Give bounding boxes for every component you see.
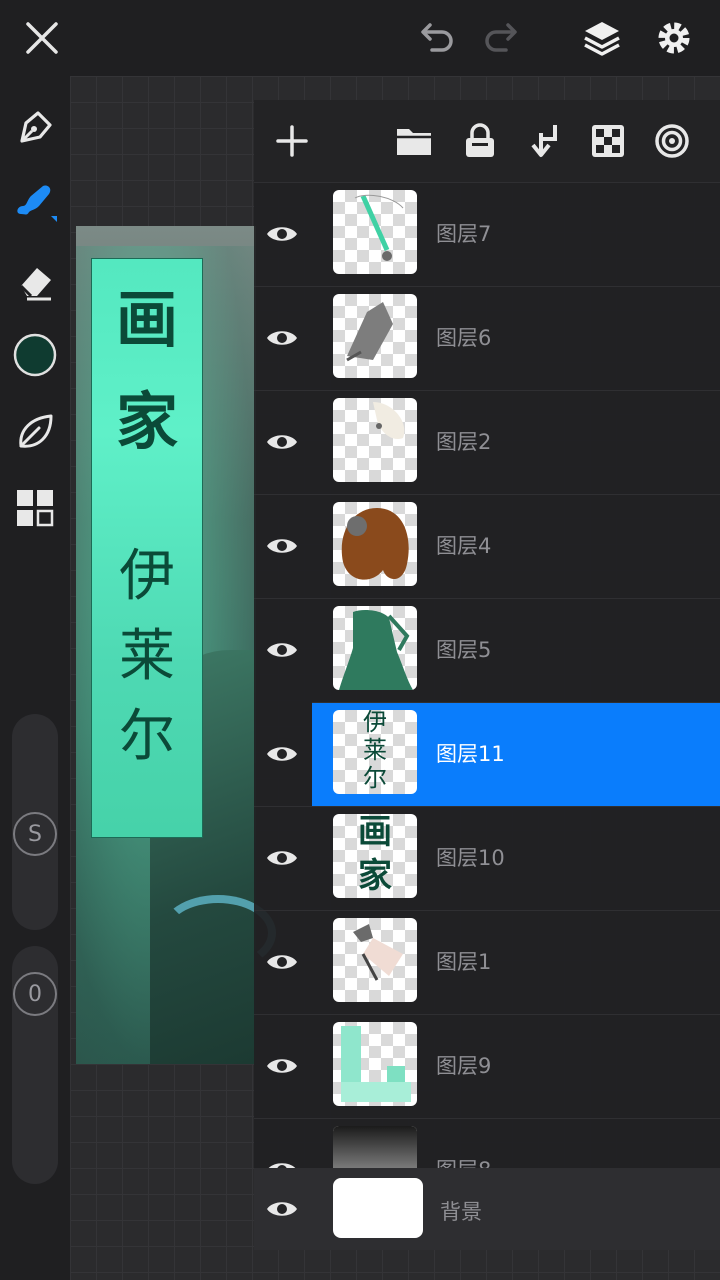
layer-name: 图层4: [436, 534, 492, 558]
layer-row[interactable]: 图层1: [254, 910, 720, 1014]
layer-row[interactable]: 图层4: [254, 494, 720, 598]
opacity-slider[interactable]: 0: [12, 946, 58, 1184]
banner-char: 画: [115, 283, 178, 356]
reference-icon[interactable]: [647, 116, 697, 166]
eye-icon[interactable]: [264, 736, 300, 772]
layers-panel-header: [254, 100, 720, 182]
layer-name: 图层11: [436, 742, 505, 766]
eye-icon[interactable]: [264, 1048, 300, 1084]
size-slider[interactable]: S: [12, 714, 58, 930]
checker-icon[interactable]: [583, 116, 633, 166]
eye-icon[interactable]: [264, 528, 300, 564]
layer-thumbnail: [333, 294, 417, 378]
layer-thumbnail: [333, 918, 417, 1002]
layer-thumbnail: [333, 398, 417, 482]
color-swatch[interactable]: [11, 331, 59, 379]
layer-row[interactable]: 图层5: [254, 598, 720, 702]
layer-thumbnail: [333, 1126, 417, 1168]
merge-down-icon[interactable]: [519, 116, 569, 166]
layer-row-selected[interactable]: 伊 莱 尔 图层11: [267, 702, 720, 806]
top-toolbar: [0, 0, 720, 76]
layer-name: 图层6: [436, 326, 492, 350]
background-layer-name: 背景: [440, 1200, 482, 1224]
layer-name: 图层10: [436, 846, 505, 870]
layer-thumbnail: 伊 莱 尔: [333, 710, 417, 794]
eye-icon[interactable]: [264, 320, 300, 356]
undo-icon[interactable]: [412, 14, 460, 62]
layer-row[interactable]: 图层9: [254, 1014, 720, 1118]
layer-name: 图层5: [436, 638, 492, 662]
layer-row[interactable]: 图层7: [254, 182, 720, 286]
layers-panel: 图层7 图层6 图层2 图层4 图层5 伊 莱 尔 图层11 画 家 图层10 …: [254, 100, 720, 1250]
eye-icon[interactable]: [264, 944, 300, 980]
layer-thumbnail: 画 家: [333, 814, 417, 898]
eye-icon[interactable]: [264, 632, 300, 668]
banner-char: 莱: [119, 624, 175, 689]
redo-icon[interactable]: [478, 14, 526, 62]
layer-row[interactable]: 画 家 图层10: [254, 806, 720, 910]
layer-thumbnail: [333, 1022, 417, 1106]
opacity-slider-knob[interactable]: 0: [13, 972, 57, 1016]
thumb-text: 画 家: [358, 814, 392, 896]
art-banner: 画 家 伊 莱 尔: [91, 258, 203, 838]
layer-name: 图层1: [436, 950, 492, 974]
eye-icon[interactable]: [264, 840, 300, 876]
layer-name: 图层8: [436, 1154, 491, 1168]
folder-icon[interactable]: [389, 116, 439, 166]
banner-char: 家: [115, 385, 178, 458]
tool-sidebar: S 0: [0, 76, 70, 1280]
add-icon[interactable]: [267, 116, 317, 166]
eye-icon[interactable]: [264, 424, 300, 460]
brush-icon[interactable]: [11, 178, 59, 226]
banner-char: 尔: [119, 704, 175, 769]
close-icon[interactable]: [18, 14, 66, 62]
eye-icon[interactable]: [264, 216, 300, 252]
thumb-text: 伊 莱 尔: [363, 710, 387, 792]
gear-icon[interactable]: [650, 14, 698, 62]
background-layer-row[interactable]: 背景: [254, 1168, 720, 1250]
pen-icon[interactable]: [11, 104, 59, 152]
layer-name: 图层9: [436, 1054, 492, 1078]
lock-icon[interactable]: [455, 116, 505, 166]
layer-row[interactable]: 图层6: [254, 286, 720, 390]
layer-thumbnail: [333, 606, 417, 690]
layer-row[interactable]: 图层2: [254, 390, 720, 494]
layers-list[interactable]: 图层7 图层6 图层2 图层4 图层5 伊 莱 尔 图层11 画 家 图层10 …: [254, 182, 720, 1168]
eye-icon[interactable]: [264, 1191, 300, 1227]
size-slider-knob[interactable]: S: [13, 812, 57, 856]
layer-row[interactable]: 图层8: [254, 1118, 720, 1168]
eraser-icon[interactable]: [11, 258, 59, 306]
layer-thumbnail: [333, 190, 417, 274]
layer-name: 图层7: [436, 222, 492, 246]
eye-icon[interactable]: [264, 1152, 300, 1168]
background-thumbnail: [333, 1178, 423, 1238]
grid-icon[interactable]: [11, 484, 59, 532]
layer-name: 图层2: [436, 430, 492, 454]
banner-char: 伊: [119, 544, 175, 609]
layer-thumbnail: [333, 502, 417, 586]
layers-icon[interactable]: [578, 14, 626, 62]
leaf-icon[interactable]: [11, 408, 59, 456]
